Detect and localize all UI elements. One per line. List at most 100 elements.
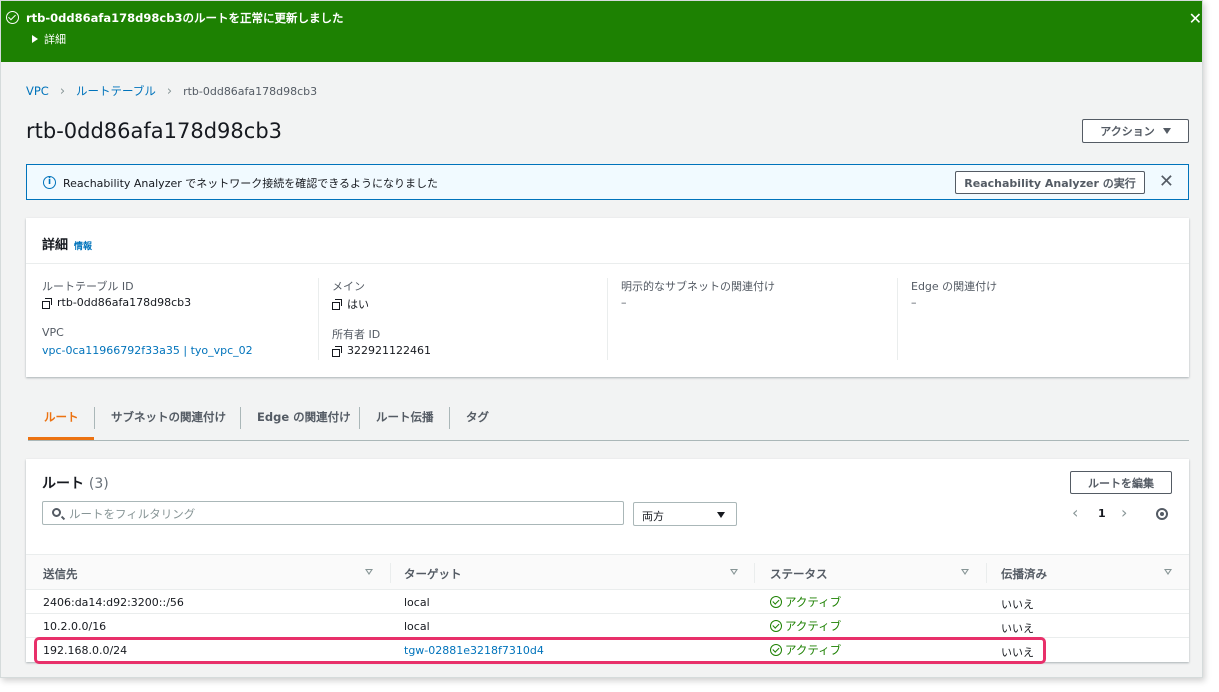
active-tab-indicator bbox=[28, 437, 94, 440]
routes-title: ルート bbox=[42, 476, 84, 492]
route-status-text: アクティブ bbox=[785, 619, 842, 633]
tab-edge-associations[interactable]: Edge の関連付け bbox=[257, 409, 351, 425]
route-filter-input[interactable]: ルートをフィルタリング bbox=[42, 501, 624, 525]
table-row[interactable]: 10.2.0.0/16 local アクティブ いいえ bbox=[26, 614, 1189, 638]
vpc-label: VPC bbox=[42, 326, 64, 339]
tab-separator bbox=[240, 407, 241, 429]
route-table-id-value: rtb-0dd86afa178d98cb3 bbox=[42, 296, 191, 309]
sort-icon[interactable] bbox=[365, 569, 373, 575]
table-row[interactable]: 2406:da14:d92:3200::/56 local アクティブ いいえ bbox=[26, 590, 1189, 614]
routes-panel: ルート (3) ルートを編集 ルートをフィルタリング 両方 ‹ 1 › 送信先 … bbox=[26, 459, 1189, 662]
details-title-text: 詳細 bbox=[42, 238, 69, 253]
success-check-icon bbox=[6, 11, 19, 24]
main-text: はい bbox=[347, 298, 369, 311]
breadcrumb-current: rtb-0dd86afa178d98cb3 bbox=[183, 84, 318, 98]
actions-button[interactable]: アクション bbox=[1082, 119, 1189, 143]
route-propagated: いいえ bbox=[1001, 598, 1034, 611]
chevron-left-icon[interactable]: ‹ bbox=[1072, 503, 1078, 522]
column-target[interactable]: ターゲット bbox=[404, 566, 462, 582]
info-icon: i bbox=[43, 176, 56, 189]
caret-right-icon bbox=[32, 35, 38, 43]
column-resizer[interactable] bbox=[754, 563, 755, 583]
tab-separator bbox=[94, 407, 95, 429]
direction-select[interactable]: 両方 bbox=[633, 502, 737, 526]
edge-association-value: – bbox=[911, 296, 917, 309]
chevron-right-icon[interactable]: › bbox=[1121, 503, 1127, 522]
route-target: local bbox=[404, 620, 430, 633]
details-panel-header: 詳細 情報 bbox=[26, 218, 1189, 264]
copy-icon[interactable] bbox=[42, 297, 52, 309]
actions-button-label: アクション bbox=[1100, 125, 1155, 138]
chevron-right-icon: › bbox=[59, 83, 66, 99]
gear-icon[interactable] bbox=[1156, 508, 1168, 520]
status-success-icon bbox=[770, 620, 782, 632]
tab-route-propagation[interactable]: ルート伝播 bbox=[376, 409, 434, 425]
flash-details-toggle[interactable]: 詳細 bbox=[32, 31, 66, 47]
tab-separator bbox=[359, 407, 360, 429]
column-divider bbox=[897, 278, 898, 360]
reachability-info-banner: i Reachability Analyzer でネットワーク接続を確認できるよ… bbox=[26, 164, 1189, 200]
caret-down-icon bbox=[717, 512, 725, 518]
routes-table-header: 送信先 ターゲット ステータス 伝播済み bbox=[26, 554, 1189, 590]
explicit-subnet-value: – bbox=[621, 296, 627, 309]
main-value: はい bbox=[332, 296, 369, 312]
owner-id-label: 所有者 ID bbox=[332, 328, 381, 341]
vpc-link[interactable]: vpc-0ca11966792f33a35 | tyo_vpc_02 bbox=[42, 344, 253, 357]
breadcrumb: VPC › ルートテーブル › rtb-0dd86afa178d98cb3 bbox=[26, 83, 317, 99]
explicit-subnet-label: 明示的なサブネットの関連付け bbox=[621, 280, 775, 293]
edit-routes-button[interactable]: ルートを編集 bbox=[1070, 471, 1172, 494]
search-icon bbox=[52, 508, 61, 517]
caret-down-icon bbox=[1162, 128, 1171, 134]
copy-icon[interactable] bbox=[332, 345, 342, 357]
details-panel: 詳細 情報 ルートテーブル ID rtb-0dd86afa178d98cb3 VP… bbox=[26, 218, 1189, 377]
breadcrumb-vpc[interactable]: VPC bbox=[26, 84, 49, 98]
direction-select-value: 両方 bbox=[642, 510, 664, 523]
copy-icon[interactable] bbox=[332, 299, 342, 310]
tab-separator bbox=[449, 407, 450, 429]
sort-icon[interactable] bbox=[730, 569, 738, 575]
tab-routes[interactable]: ルート bbox=[44, 409, 79, 425]
route-target: local bbox=[404, 596, 430, 609]
column-resizer[interactable] bbox=[986, 563, 987, 583]
tab-bar: ルート サブネットの関連付け Edge の関連付け ルート伝播 タグ bbox=[28, 396, 1189, 441]
route-status-text: アクティブ bbox=[785, 595, 842, 609]
status-success-icon bbox=[770, 596, 782, 608]
row-highlight-annotation bbox=[34, 637, 1046, 664]
routes-count: (3) bbox=[88, 476, 109, 492]
page-number[interactable]: 1 bbox=[1098, 507, 1106, 520]
route-propagated: いいえ bbox=[1001, 622, 1034, 635]
column-propagated[interactable]: 伝播済み bbox=[1001, 566, 1047, 582]
column-divider bbox=[607, 278, 608, 360]
tab-tags[interactable]: タグ bbox=[466, 409, 489, 425]
console-window: rtb-0dd86afa178d98cb3のルートを正常に更新しました 詳細 ✕… bbox=[0, 0, 1203, 678]
flash-details-label: 詳細 bbox=[44, 33, 66, 46]
column-resizer[interactable] bbox=[390, 563, 391, 583]
main-label: メイン bbox=[332, 280, 365, 293]
column-destination[interactable]: 送信先 bbox=[43, 566, 78, 582]
route-table-id-text: rtb-0dd86afa178d98cb3 bbox=[57, 296, 192, 309]
sort-icon[interactable] bbox=[961, 569, 969, 575]
details-title: 詳細 情報 bbox=[42, 234, 92, 253]
column-status[interactable]: ステータス bbox=[770, 566, 828, 582]
route-status: アクティブ bbox=[770, 618, 841, 634]
column-divider bbox=[318, 278, 319, 360]
route-table-id-label: ルートテーブル ID bbox=[42, 280, 134, 293]
run-reachability-analyzer-button[interactable]: Reachability Analyzer の実行 bbox=[955, 171, 1145, 194]
tab-subnet-associations[interactable]: サブネットの関連付け bbox=[111, 409, 226, 425]
details-info-link[interactable]: 情報 bbox=[74, 242, 92, 252]
route-filter-placeholder: ルートをフィルタリング bbox=[69, 507, 196, 521]
owner-id-value: 322921122461 bbox=[332, 344, 431, 357]
flash-close-icon[interactable]: ✕ bbox=[1189, 9, 1202, 28]
run-reachability-analyzer-label: Reachability Analyzer の実行 bbox=[964, 176, 1136, 190]
flash-message: rtb-0dd86afa178d98cb3のルートを正常に更新しました bbox=[26, 11, 344, 25]
route-destination: 10.2.0.0/16 bbox=[43, 620, 107, 633]
sort-icon[interactable] bbox=[1164, 569, 1172, 575]
route-destination: 2406:da14:d92:3200::/56 bbox=[43, 596, 184, 609]
routes-heading: ルート (3) bbox=[42, 473, 109, 493]
page-title: rtb-0dd86afa178d98cb3 bbox=[26, 119, 283, 143]
breadcrumb-route-tables[interactable]: ルートテーブル bbox=[76, 83, 156, 99]
reachability-message: Reachability Analyzer でネットワーク接続を確認できるように… bbox=[63, 177, 439, 190]
chevron-right-icon: › bbox=[166, 83, 173, 99]
edit-routes-label: ルートを編集 bbox=[1088, 476, 1154, 490]
close-icon[interactable]: ✕ bbox=[1159, 171, 1174, 192]
